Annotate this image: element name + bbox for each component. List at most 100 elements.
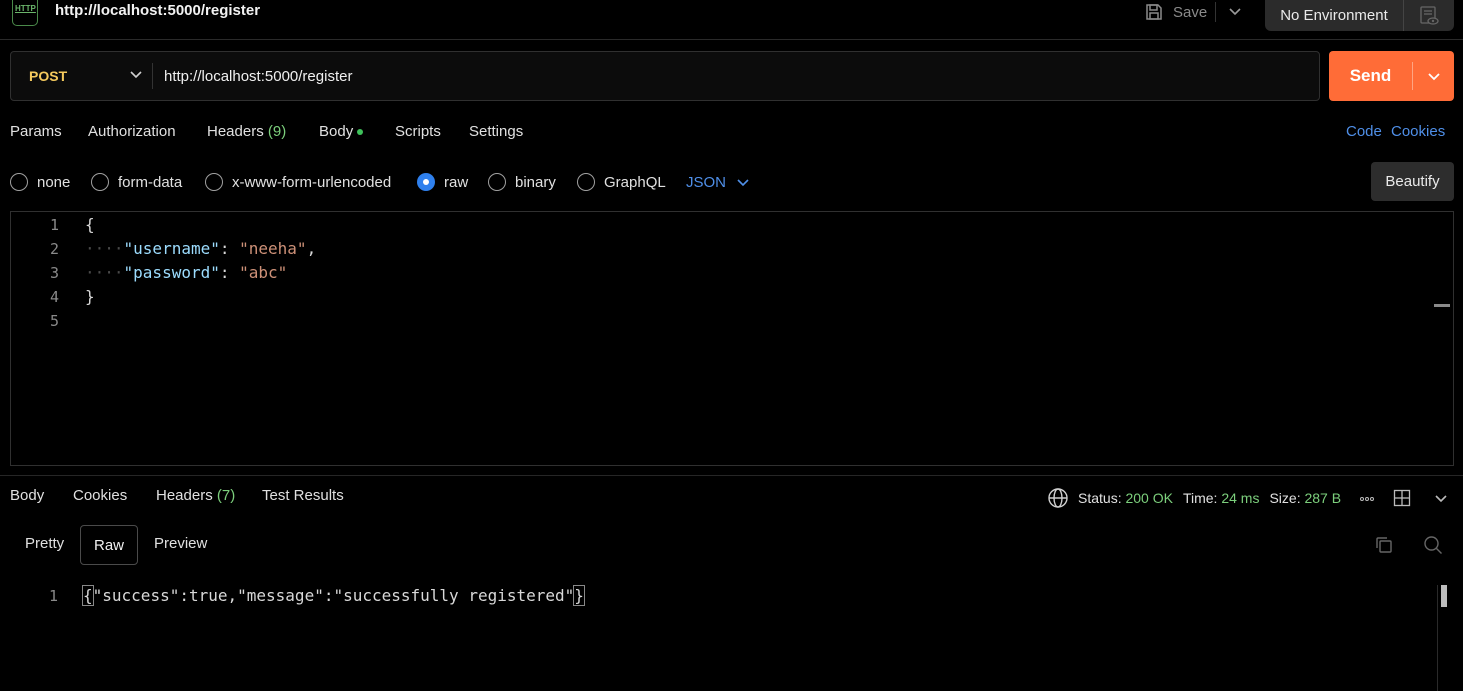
code-line: ····"username": "neeha", [85, 237, 316, 261]
radio-label: form-data [118, 173, 183, 191]
environment-selector[interactable]: No Environment [1265, 0, 1454, 31]
tab-params[interactable]: Params [10, 123, 62, 140]
cookies-link[interactable]: Cookies [1391, 123, 1445, 140]
save-icon [1146, 4, 1162, 20]
send-button[interactable]: Send [1329, 51, 1454, 101]
body-type-urlencoded[interactable]: x-www-form-urlencoded [205, 172, 391, 192]
chevron-down-icon [130, 71, 142, 79]
radio-label: GraphQL [604, 173, 666, 191]
radio-button[interactable] [577, 173, 595, 191]
tab-settings[interactable]: Settings [469, 123, 523, 140]
response-tab-cookies[interactable]: Cookies [73, 487, 127, 504]
code-line: { [85, 213, 95, 237]
size-value[interactable]: 287 B [1304, 490, 1341, 506]
divider [1215, 2, 1216, 22]
status-label: Status: [1078, 490, 1122, 506]
line-number: 3 [49, 264, 59, 282]
environment-eye-icon [1420, 5, 1439, 25]
tab-authorization[interactable]: Authorization [88, 123, 176, 140]
method-dropdown-button[interactable] [128, 66, 144, 85]
colon: : [219, 239, 240, 258]
request-header-bar: HTTP http://localhost:5000/register Save… [0, 0, 1463, 40]
environment-quick-look-button[interactable] [1404, 0, 1454, 31]
response-body[interactable]: {"success":true,"message":"successfully … [82, 584, 585, 608]
url-input[interactable]: http://localhost:5000/register [164, 68, 352, 85]
search-response-button[interactable] [1423, 535, 1443, 558]
json-value: "neeha" [239, 239, 307, 258]
indent-whitespace: ···· [85, 263, 124, 282]
divider [152, 63, 153, 89]
response-tab-headers[interactable]: Headers (7) [156, 487, 235, 504]
method-selector[interactable]: POST [29, 68, 67, 84]
chevron-down-icon [737, 179, 749, 187]
radio-button[interactable] [91, 173, 109, 191]
colon: : [219, 263, 240, 282]
tab-body[interactable]: Body [319, 123, 364, 140]
code-line: ····"password": "abc" [85, 261, 287, 285]
send-options-button[interactable] [1413, 68, 1454, 84]
brace: { [82, 585, 94, 606]
view-pretty-button[interactable]: Pretty [25, 535, 64, 555]
response-tab-headers-label: Headers [156, 487, 213, 504]
radio-label: binary [515, 173, 556, 191]
brace: { [85, 215, 95, 234]
radio-label: none [37, 173, 71, 191]
json-key: "password" [123, 263, 220, 282]
body-active-dot [357, 129, 364, 136]
view-raw-button[interactable]: Raw [80, 525, 138, 565]
save-options-button[interactable] [1226, 2, 1244, 23]
radio-label: raw [444, 173, 469, 191]
request-body-editor[interactable]: 1 2 3 4 5 { ····"username": "neeha", ···… [10, 211, 1454, 466]
body-type-binary[interactable]: binary [488, 172, 556, 192]
save-button[interactable]: Save [1144, 0, 1207, 24]
chevron-down-icon[interactable] [1433, 490, 1449, 506]
indent-whitespace: ···· [85, 239, 124, 258]
language-selector[interactable]: JSON [686, 172, 750, 192]
save-label: Save [1173, 3, 1208, 21]
body-type-graphql[interactable]: GraphQL [577, 172, 666, 192]
pane-divider[interactable] [0, 475, 1463, 476]
line-number: 1 [49, 216, 59, 234]
time-label: Time: [1182, 490, 1218, 506]
radio-button[interactable] [488, 173, 506, 191]
time-value[interactable]: 24 ms [1221, 490, 1259, 506]
line-number: 4 [49, 288, 59, 306]
more-options-icon[interactable] [1359, 490, 1375, 506]
editor-scroll-marker[interactable] [1434, 304, 1450, 307]
url-bar: POST http://localhost:5000/register [10, 51, 1320, 101]
radio-button[interactable] [10, 173, 28, 191]
body-type-none[interactable]: none [10, 172, 70, 192]
comma: , [306, 239, 317, 258]
layout-toggle-icon[interactable] [1393, 489, 1411, 507]
line-number: 2 [49, 240, 59, 258]
radio-button-selected[interactable] [417, 173, 435, 191]
body-type-form-data[interactable]: form-data [91, 172, 182, 192]
code-link[interactable]: Code [1346, 123, 1382, 140]
size-label: Size: [1269, 490, 1301, 506]
response-tab-test-results[interactable]: Test Results [262, 487, 344, 504]
json-key: "username" [123, 239, 220, 258]
chevron-down-icon [1427, 73, 1440, 81]
view-preview-button[interactable]: Preview [154, 535, 207, 555]
copy-response-button[interactable] [1374, 535, 1394, 558]
tab-body-label: Body [319, 123, 354, 140]
code-line: } [85, 285, 95, 309]
tab-scripts[interactable]: Scripts [395, 123, 441, 140]
radio-label: x-www-form-urlencoded [232, 173, 392, 191]
scrollbar-track[interactable] [1437, 585, 1438, 691]
status-value[interactable]: 200 OK [1125, 490, 1172, 506]
globe-icon[interactable] [1047, 487, 1069, 509]
radio-button[interactable] [205, 173, 223, 191]
response-tab-body[interactable]: Body [10, 487, 44, 504]
send-label: Send [1349, 66, 1392, 85]
body-type-raw[interactable]: raw [417, 172, 468, 192]
beautify-button[interactable]: Beautify [1371, 162, 1454, 201]
tab-headers[interactable]: Headers (9) [207, 123, 286, 140]
environment-label: No Environment [1265, 0, 1404, 31]
request-title[interactable]: http://localhost:5000/register [55, 2, 260, 19]
brace: } [85, 287, 95, 306]
response-status-bar: Status: 200 OK Time: 24 ms Size: 287 B [1047, 487, 1449, 509]
response-text: "success":true,"message":"successfully r… [92, 586, 575, 605]
scrollbar-thumb[interactable] [1441, 585, 1447, 607]
search-icon [1424, 536, 1442, 554]
